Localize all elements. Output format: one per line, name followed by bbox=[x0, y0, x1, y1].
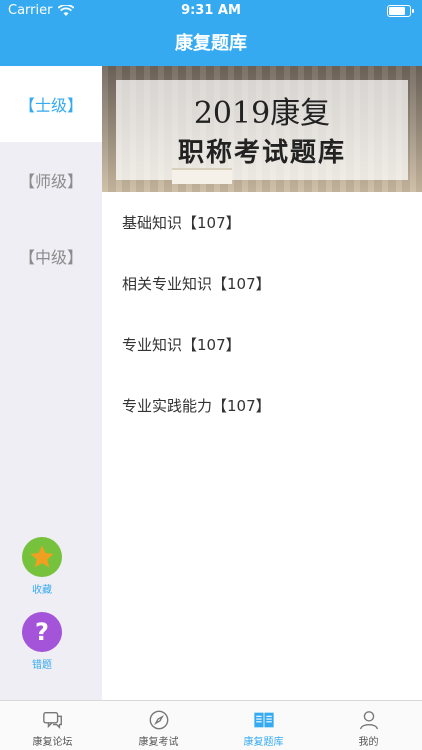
status-bar: Carrier 9:31 AM bbox=[0, 0, 422, 22]
favorites-button[interactable]: 收藏 bbox=[20, 537, 64, 596]
app-screen: Carrier 9:31 AM 康复题库 【士级】 【师级】 【中级】 收藏 ?… bbox=[0, 0, 422, 750]
battery-icon bbox=[387, 5, 414, 17]
compass-icon bbox=[149, 710, 168, 730]
list-item[interactable]: 专业知识【107】 bbox=[122, 330, 402, 360]
favorites-circle bbox=[22, 537, 62, 577]
status-time: 9:31 AM bbox=[181, 3, 241, 18]
banner-subtitle: 职称考试题库 bbox=[177, 138, 346, 168]
tab-label: 康复考试 bbox=[138, 737, 179, 748]
level-label: 【师级】 bbox=[18, 172, 83, 191]
tab-profile[interactable]: 我的 bbox=[316, 701, 421, 750]
level-tab-shiji-teacher[interactable]: 【师级】 bbox=[0, 142, 102, 218]
level-tab-shiji[interactable]: 【士级】 bbox=[0, 66, 102, 142]
banner-title: 2019康复 bbox=[193, 96, 331, 131]
tab-label: 康复题库 bbox=[243, 737, 284, 748]
level-label: 【中级】 bbox=[18, 248, 83, 267]
list-item[interactable]: 专业实践能力【107】 bbox=[122, 391, 402, 421]
chat-icon bbox=[42, 711, 62, 729]
level-tab-zhongji[interactable]: 【中级】 bbox=[0, 218, 102, 294]
tab-label: 我的 bbox=[358, 737, 379, 748]
list-item[interactable]: 基础知识【107】 bbox=[122, 208, 402, 238]
tab-bar: 康复论坛 康复考试 康复题库 我的 bbox=[0, 700, 422, 750]
wrong-questions-button[interactable]: ? 错题 bbox=[20, 612, 64, 671]
wrong-questions-label: 错题 bbox=[32, 660, 52, 671]
book-illustration bbox=[172, 168, 232, 184]
content-area: 2019康复 职称考试题库 基础知识【107】 相关专业知识【107】 专业知识… bbox=[102, 66, 422, 700]
tab-label: 康复论坛 bbox=[32, 737, 73, 748]
list-item[interactable]: 相关专业知识【107】 bbox=[122, 269, 402, 299]
question-icon: ? bbox=[22, 612, 62, 652]
top-bar: Carrier 9:31 AM 康复题库 bbox=[0, 0, 422, 66]
person-icon bbox=[359, 711, 378, 730]
banner-image: 2019康复 职称考试题库 bbox=[102, 66, 422, 192]
book-icon bbox=[253, 712, 274, 728]
tab-exam[interactable]: 康复考试 bbox=[106, 701, 211, 750]
tab-forum[interactable]: 康复论坛 bbox=[0, 701, 105, 750]
page-title: 康复题库 bbox=[175, 33, 247, 54]
level-sidebar: 【士级】 【师级】 【中级】 收藏 ? 错题 bbox=[0, 66, 102, 700]
star-icon bbox=[30, 545, 54, 568]
level-label: 【士级】 bbox=[18, 96, 83, 115]
tab-question-bank[interactable]: 康复题库 bbox=[211, 701, 316, 750]
favorites-label: 收藏 bbox=[32, 585, 52, 596]
